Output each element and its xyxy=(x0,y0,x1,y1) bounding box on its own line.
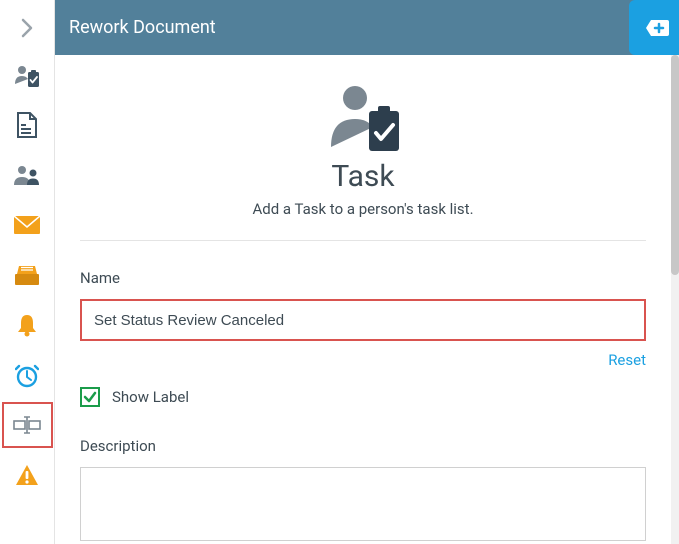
inbox-icon xyxy=(15,264,39,286)
warning-icon xyxy=(15,464,39,486)
sidebar-item-forms[interactable] xyxy=(0,400,55,450)
header-action-button[interactable] xyxy=(629,0,679,55)
check-icon xyxy=(83,390,97,404)
hero-section: Task Add a Task to a person's task list. xyxy=(80,73,646,241)
mail-icon xyxy=(14,216,40,234)
clipboard-person-icon xyxy=(14,62,40,88)
task-hero-icon xyxy=(323,81,403,155)
clock-icon xyxy=(15,362,39,388)
sidebar xyxy=(0,0,55,544)
hero-subtitle: Add a Task to a person's task list. xyxy=(252,200,473,218)
people-icon xyxy=(13,164,41,186)
sidebar-item-warnings[interactable] xyxy=(0,450,55,500)
document-icon xyxy=(16,112,38,138)
sidebar-item-tasks[interactable] xyxy=(0,50,55,100)
tag-plus-icon xyxy=(639,18,669,38)
sidebar-item-people[interactable] xyxy=(0,150,55,200)
form-field-icon xyxy=(13,416,41,434)
sidebar-toggle[interactable] xyxy=(0,6,55,50)
sidebar-item-timer[interactable] xyxy=(0,350,55,400)
scrollbar-thumb[interactable] xyxy=(671,55,679,275)
chevron-right-icon xyxy=(20,18,34,38)
name-input[interactable] xyxy=(80,299,646,341)
description-label: Description xyxy=(80,437,646,455)
sidebar-item-mail[interactable] xyxy=(0,200,55,250)
sidebar-item-inbox[interactable] xyxy=(0,250,55,300)
description-textarea[interactable] xyxy=(80,467,646,541)
sidebar-item-notifications[interactable] xyxy=(0,300,55,350)
scrollbar-track[interactable] xyxy=(671,55,679,544)
panel-header: Rework Document xyxy=(55,0,679,55)
reset-link[interactable]: Reset xyxy=(608,351,646,369)
bell-icon xyxy=(16,313,38,337)
hero-title: Task xyxy=(331,159,394,194)
main-content: Task Add a Task to a person's task list.… xyxy=(55,55,671,544)
show-label-checkbox[interactable] xyxy=(80,387,100,407)
sidebar-item-documents[interactable] xyxy=(0,100,55,150)
show-label-text: Show Label xyxy=(112,388,189,406)
name-label: Name xyxy=(80,269,646,287)
panel-title: Rework Document xyxy=(69,17,216,38)
